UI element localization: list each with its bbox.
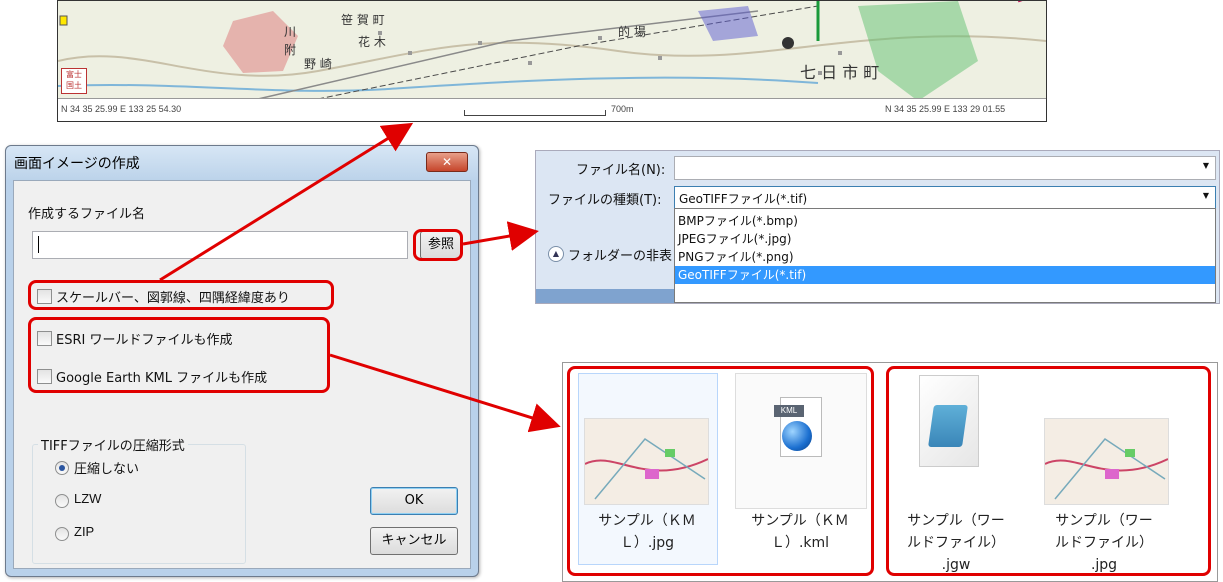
compression-zip-radio[interactable] xyxy=(55,527,69,541)
map-place-label: 笹 賀 町 xyxy=(341,13,385,27)
cancel-button[interactable]: キャンセル xyxy=(370,527,458,555)
filetype-option[interactable]: PNGファイル(*.png) xyxy=(675,248,1215,266)
compression-zip-label: ZIP xyxy=(74,524,95,539)
highlight-extra-files-options xyxy=(28,317,330,393)
map-illustration xyxy=(58,1,1046,101)
dialog-title: 画面イメージの作成 xyxy=(14,156,140,172)
scale-bar xyxy=(464,110,606,116)
compression-none-label: 圧縮しない xyxy=(74,462,140,477)
map-preview: 笹 賀 町 花 木 野 崎 川 附 七 日 市 町 的 場 富士 国土 N 34… xyxy=(57,0,1047,122)
folder-toggle-label[interactable]: フォルダーの非表 xyxy=(568,245,672,264)
filename-label: 作成するファイル名 xyxy=(28,207,146,222)
save-filetype-select[interactable]: GeoTIFFファイル(*.tif) ▼ xyxy=(674,186,1216,210)
compression-none-radio[interactable] xyxy=(55,461,69,475)
filetype-dropdown-list: BMPファイル(*.bmp) JPEGファイル(*.jpg) PNGファイル(*… xyxy=(674,208,1216,303)
filetype-option-selected[interactable]: GeoTIFFファイル(*.tif) xyxy=(675,266,1215,284)
compression-lzw-label: LZW xyxy=(74,491,102,506)
filetype-option[interactable]: JPEGファイル(*.jpg) xyxy=(675,230,1215,248)
save-file-dialog: ファイル名(N): ▼ ファイルの種類(T): GeoTIFFファイル(*.ti… xyxy=(535,150,1220,304)
scale-label: 700m xyxy=(611,104,634,114)
map-place-label: 七 日 市 町 xyxy=(800,63,880,82)
map-place-label: 花 木 xyxy=(358,35,386,49)
highlight-world-files xyxy=(886,366,1211,576)
map-place-label: 附 xyxy=(284,43,297,57)
chevron-down-icon[interactable]: ▼ xyxy=(1203,191,1209,200)
save-filename-input[interactable]: ▼ xyxy=(674,156,1216,180)
status-strip xyxy=(536,289,676,303)
coord-bottom-right: N 34 35 25.99 E 133 29 01.55 xyxy=(885,104,1006,114)
map-footer: N 34 35 25.99 E 133 25 54.30 700m N 34 3… xyxy=(58,98,1046,121)
map-place-label: 野 崎 xyxy=(304,57,332,71)
close-button[interactable]: ✕ xyxy=(426,152,468,172)
highlight-scalebar-option xyxy=(28,280,334,310)
highlight-browse-button xyxy=(413,229,463,261)
chevron-down-icon[interactable]: ▼ xyxy=(1203,161,1209,170)
highlight-kml-files xyxy=(567,366,874,576)
save-filename-label: ファイル名(N): xyxy=(576,163,666,178)
map-stamp: 富士 国土 xyxy=(61,68,87,94)
filename-input[interactable] xyxy=(32,231,408,259)
save-filetype-label: ファイルの種類(T): xyxy=(548,193,662,208)
dialog-titlebar[interactable]: 画面イメージの作成 ✕ xyxy=(6,146,478,180)
compression-group-label: TIFFファイルの圧縮形式 xyxy=(38,435,188,454)
filetype-option[interactable]: BMPファイル(*.bmp) xyxy=(675,212,1215,230)
compression-lzw-radio[interactable] xyxy=(55,494,69,508)
map-place-label: 川 xyxy=(284,25,297,39)
chevron-up-icon[interactable]: ▲ xyxy=(548,246,564,262)
coord-bottom-left: N 34 35 25.99 E 133 25 54.30 xyxy=(61,104,182,114)
map-place-label: 的 場 xyxy=(618,25,646,39)
ok-button[interactable]: OK xyxy=(370,487,458,515)
